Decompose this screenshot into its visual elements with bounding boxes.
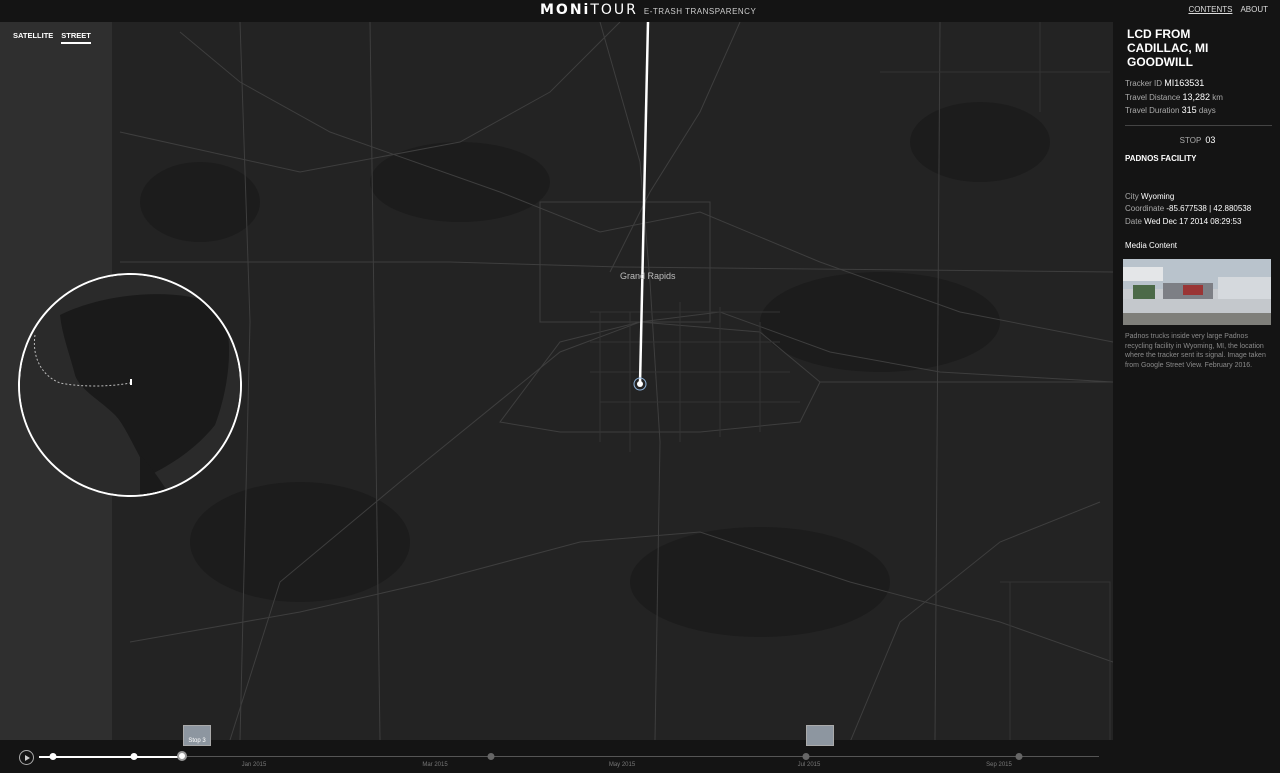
coordinate-value: -85.677538 | 42.880538: [1166, 204, 1252, 213]
top-bar: MONiTOUR E-TRASH TRANSPARENCY CONTENTS A…: [0, 0, 1280, 22]
satellite-layer-tab[interactable]: SATELLITE: [13, 31, 53, 44]
tracker-id-value: MI163531: [1164, 78, 1205, 88]
current-location-marker: [637, 381, 643, 387]
brand-subtitle: E-TRASH TRANSPARENCY: [643, 7, 757, 16]
nav-contents-link[interactable]: CONTENTS: [1188, 5, 1232, 14]
map-layer-toggle: SATELLITE STREET: [13, 31, 91, 44]
date-value: Wed Dec 17 2014 08:29:53: [1144, 216, 1242, 226]
nav-about-link[interactable]: ABOUT: [1240, 5, 1268, 14]
play-icon[interactable]: [19, 750, 34, 765]
globe-map: [20, 275, 240, 495]
globe-overview[interactable]: [18, 273, 242, 497]
detail-panel: LCD FROM CADILLAC, MI GOODWILL Tracker I…: [1113, 22, 1280, 740]
media-content-heading: Media Content: [1125, 241, 1178, 250]
timeline-stop-4[interactable]: [487, 753, 495, 760]
tracker-meta: Tracker ID MI163531 Travel Distance 13,2…: [1125, 78, 1223, 115]
timeline-progress: [39, 756, 182, 758]
month-label: Jan 2015: [241, 762, 267, 768]
timeline-stop-3[interactable]: [177, 751, 187, 761]
timeline-track[interactable]: [39, 756, 1099, 757]
travel-duration-value: 315: [1181, 105, 1197, 115]
stop-details: City Wyoming Coordinate -85.677538 | 42.…: [1125, 191, 1252, 226]
media-photo[interactable]: [1123, 259, 1271, 325]
month-label: Jul 2015: [797, 762, 821, 768]
timeline-stop-1[interactable]: [49, 753, 57, 760]
month-label: Mar 2015: [422, 762, 448, 768]
route-line: [638, 22, 650, 385]
media-photo-graphic: [1123, 259, 1271, 325]
panel-divider: [1125, 124, 1272, 126]
travel-distance-value: 13,282: [1182, 91, 1211, 102]
stop-thumbnail-later[interactable]: [806, 725, 834, 746]
brand-logo[interactable]: MONiTOUR: [540, 2, 638, 18]
city-label-grand-rapids: Grand Rapids: [620, 271, 676, 281]
street-layer-tab[interactable]: STREET: [61, 31, 91, 44]
tracker-title: LCD FROM CADILLAC, MI GOODWILL: [1127, 27, 1209, 69]
timeline-stop-2[interactable]: [130, 753, 138, 760]
stop-name: PADNOS FACILITY: [1125, 153, 1197, 163]
stop-number: 03: [1205, 134, 1216, 145]
city-value: Wyoming: [1141, 191, 1175, 201]
month-label: May 2015: [608, 762, 636, 768]
month-label: Sep 2015: [986, 762, 1012, 768]
top-nav: CONTENTS ABOUT: [1188, 5, 1268, 14]
stop-indicator: STOP 03: [1179, 134, 1216, 145]
stop-thumbnail-3[interactable]: Stop 3: [183, 725, 211, 746]
timeline-stop-5[interactable]: [802, 753, 810, 760]
media-caption: Padnos trucks inside very large Padnos r…: [1125, 333, 1266, 369]
brand: MONiTOUR E-TRASH TRANSPARENCY: [540, 2, 756, 18]
timeline-stop-6[interactable]: [1015, 753, 1023, 760]
map-view[interactable]: SATELLITE STREET Grand Rapids: [0, 22, 1113, 740]
